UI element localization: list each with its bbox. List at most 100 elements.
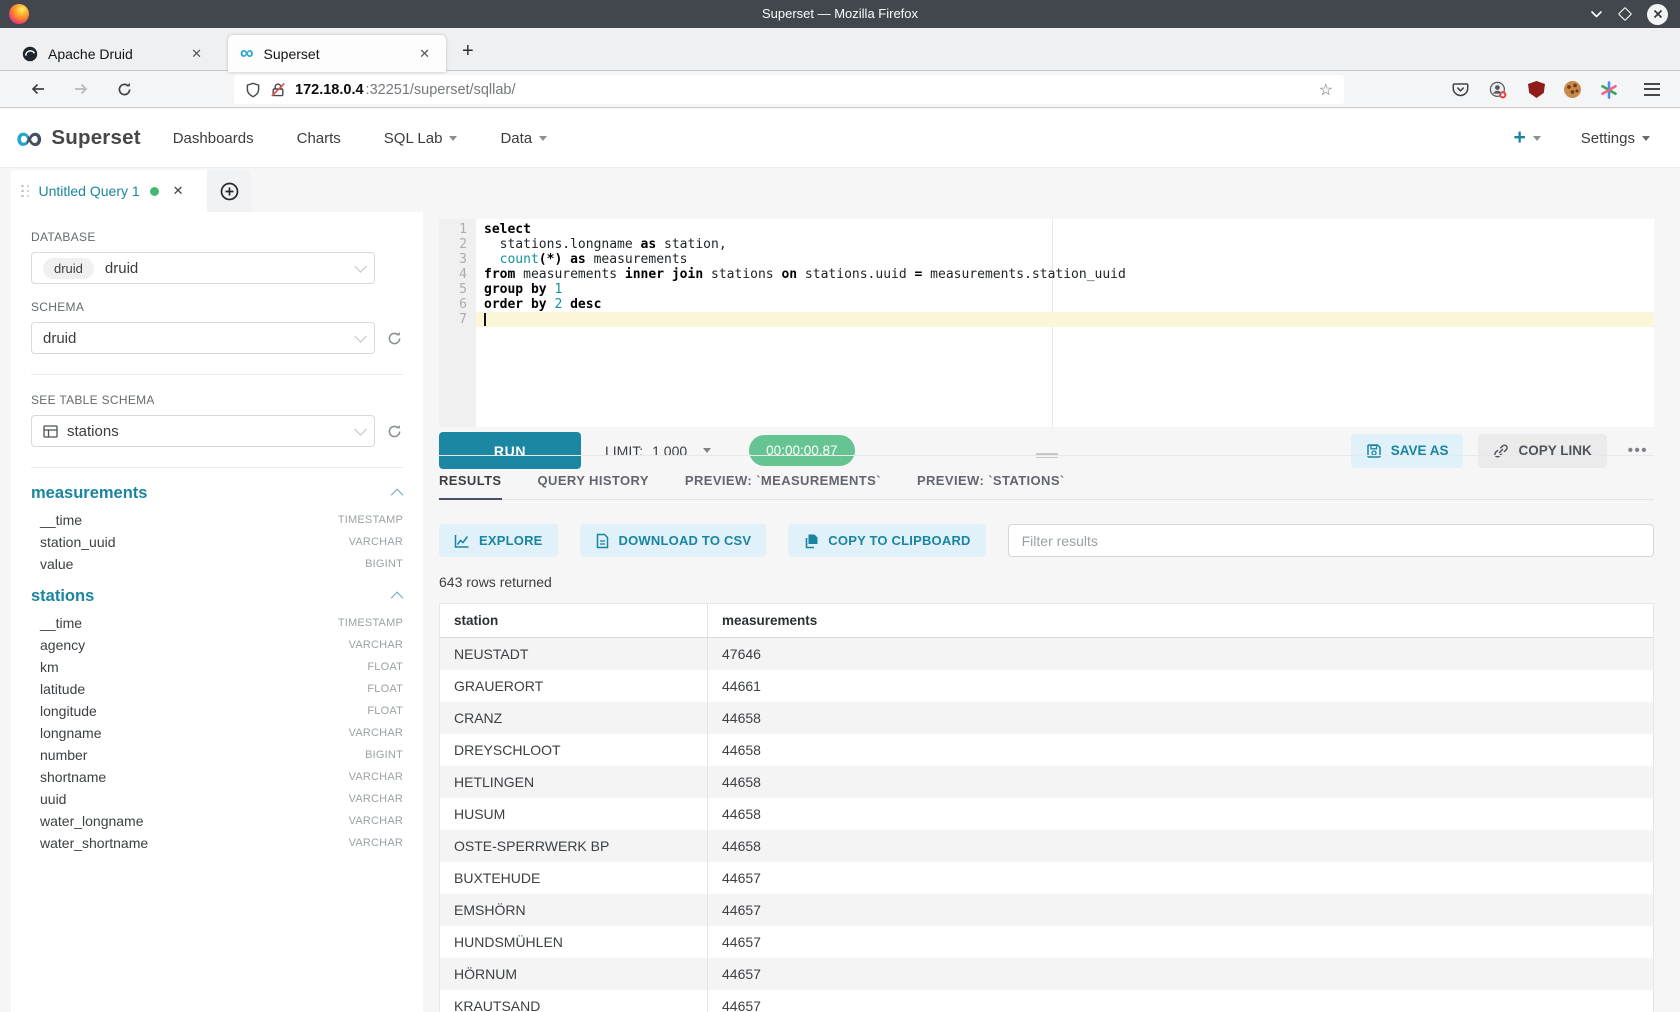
results-actions: EXPLORE DOWNLOAD TO CSV COPY TO CLIPBOAR… (439, 524, 1654, 557)
chevron-down-icon (1642, 136, 1650, 141)
nav-data[interactable]: Data (500, 130, 547, 147)
tab-query-history[interactable]: QUERY HISTORY (538, 473, 649, 499)
browser-tab-apache-druid[interactable]: Apache Druid ✕ (10, 35, 218, 72)
code-line[interactable]: from measurements inner join stations on… (476, 267, 1654, 282)
cell-measurements: 44657 (708, 862, 1653, 894)
url-bar[interactable]: 172.18.0.4 :32251/superset/sqllab/ ☆ (234, 75, 1344, 104)
refresh-icon[interactable] (386, 423, 403, 440)
column-name: agency (40, 637, 85, 653)
table-icon (43, 424, 58, 439)
column-type: TIMESTAMP (338, 514, 403, 526)
window-close-button[interactable] (1647, 4, 1668, 25)
code-line[interactable]: count(*) as measurements (476, 252, 1654, 267)
nav-charts[interactable]: Charts (297, 130, 341, 147)
new-item-button[interactable]: + (1514, 126, 1541, 150)
header-station[interactable]: station (440, 604, 708, 637)
cookie-icon[interactable] (1564, 81, 1581, 98)
insecure-lock-icon[interactable] (270, 82, 286, 98)
close-icon (1653, 9, 1663, 19)
column-name: water_longname (40, 813, 144, 829)
tab-preview-stations[interactable]: PREVIEW: `STATIONS` (917, 473, 1065, 499)
line-number: 2 (439, 237, 476, 252)
nav-dashboards[interactable]: Dashboards (173, 130, 254, 147)
schema-table-header[interactable]: stations (31, 587, 403, 606)
account-icon[interactable] (1489, 81, 1507, 99)
code-line[interactable]: select (476, 222, 1654, 237)
chart-icon (454, 533, 470, 549)
code-line[interactable] (476, 312, 1654, 327)
code-line[interactable]: order by 2 desc (476, 297, 1654, 312)
explore-button[interactable]: EXPLORE (439, 524, 558, 557)
filter-results-input[interactable] (1008, 524, 1654, 557)
cell-station: CRANZ (440, 702, 708, 734)
column-name: shortname (40, 769, 106, 785)
chevron-up-icon[interactable] (391, 489, 404, 502)
tab-close-icon[interactable]: ✕ (187, 46, 206, 62)
cell-station: HÖRNUM (440, 958, 708, 990)
table-select[interactable]: stations (31, 415, 375, 447)
superset-logo[interactable]: ∞ Superset (16, 123, 141, 153)
cell-station: OSTE-SPERRWERK BP (440, 830, 708, 862)
schema-column-row: water_shortnameVARCHAR (31, 832, 403, 854)
tab-preview-measurements[interactable]: PREVIEW: `MEASUREMENTS` (685, 473, 881, 499)
results-pane: RESULTS QUERY HISTORY PREVIEW: `MEASUREM… (439, 455, 1654, 1012)
header-measurements[interactable]: measurements (708, 604, 1653, 637)
browser-tab-superset[interactable]: ∞ Superset ✕ (228, 35, 446, 72)
schema-column-row: valueBIGINT (31, 553, 403, 575)
sql-editor[interactable]: 1234567 select stations.longname as stat… (439, 219, 1654, 427)
column-name: longitude (40, 703, 97, 719)
cell-measurements: 44658 (708, 830, 1653, 862)
column-name: uuid (40, 791, 66, 807)
column-type: VARCHAR (349, 639, 403, 651)
schema-select[interactable]: druid (31, 322, 375, 354)
cell-station: HUNDSMÜHLEN (440, 926, 708, 958)
editor-code[interactable]: select stations.longname as station, cou… (476, 219, 1654, 427)
cell-measurements: 44658 (708, 766, 1653, 798)
settings-menu[interactable]: Settings (1581, 130, 1650, 147)
menu-hamburger-icon[interactable] (1644, 83, 1660, 96)
code-line[interactable]: group by 1 (476, 282, 1654, 297)
new-tab-button[interactable]: + (462, 40, 474, 63)
cell-measurements: 44657 (708, 990, 1653, 1012)
forward-icon[interactable] (72, 81, 89, 97)
download-csv-button[interactable]: DOWNLOAD TO CSV (580, 524, 767, 557)
database-select[interactable]: druid druid (31, 252, 375, 284)
tab-close-icon[interactable]: ✕ (415, 46, 434, 62)
shield-permissions-icon[interactable] (245, 82, 261, 98)
query-tab-untitled[interactable]: Untitled Query 1 ✕ (11, 170, 207, 212)
ublock-shield-icon[interactable] (1528, 81, 1545, 98)
drag-handle-icon[interactable] (21, 185, 30, 198)
back-icon[interactable] (30, 81, 47, 97)
code-line[interactable]: stations.longname as station, (476, 237, 1654, 252)
schema-column-row: kmFLOAT (31, 656, 403, 678)
rows-returned-text: 643 rows returned (439, 574, 1654, 590)
file-icon (595, 533, 610, 549)
tab-results[interactable]: RESULTS (439, 473, 502, 499)
column-type: VARCHAR (349, 771, 403, 783)
refresh-icon[interactable] (386, 330, 403, 347)
schema-table-header[interactable]: measurements (31, 484, 403, 503)
screen: Superset — Mozilla Firefox Apache Druid … (0, 0, 1680, 1012)
chevron-down-icon (354, 330, 367, 343)
bookmark-star-icon[interactable]: ☆ (1319, 80, 1333, 100)
column-name: __time (40, 615, 82, 631)
chevron-down-icon (1533, 136, 1541, 141)
extension-asterisk-icon[interactable] (1600, 81, 1618, 99)
pane-resize-handle[interactable] (1036, 451, 1058, 460)
query-status-dot (150, 187, 159, 196)
schema-column-row: longitudeFLOAT (31, 700, 403, 722)
pocket-icon[interactable] (1452, 81, 1469, 98)
window-maximize-icon[interactable] (1618, 7, 1632, 21)
query-tab-close-icon[interactable]: ✕ (173, 183, 184, 199)
chevron-up-icon[interactable] (391, 592, 404, 605)
reload-icon[interactable] (116, 81, 133, 98)
table-row: KRAUTSAND44657 (440, 990, 1653, 1012)
plus-circle-icon (220, 182, 239, 201)
schema-table-list: measurements__timeTIMESTAMPstation_uuidV… (31, 484, 403, 854)
query-tab-label: Untitled Query 1 (39, 183, 140, 199)
window-shade-icon[interactable] (1590, 10, 1603, 18)
copy-clipboard-button[interactable]: COPY TO CLIPBOARD (788, 524, 985, 557)
nav-sql-lab[interactable]: SQL Lab (384, 130, 458, 147)
add-query-tab-button[interactable] (207, 170, 251, 212)
browser-tabbar: Apache Druid ✕ ∞ Superset ✕ + (0, 28, 1680, 71)
